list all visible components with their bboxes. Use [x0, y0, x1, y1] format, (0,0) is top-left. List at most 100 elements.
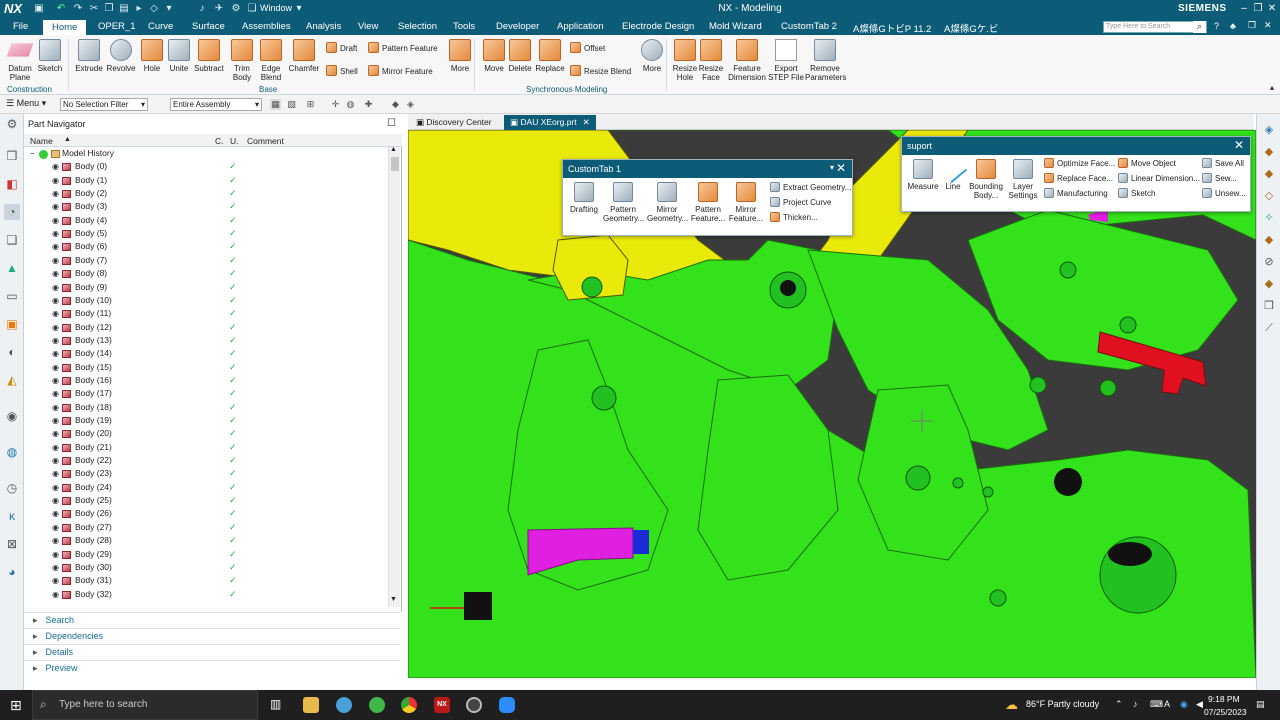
tab-discovery-center[interactable]: ▣ Discovery Center — [410, 115, 498, 130]
table-row[interactable]: ◉ Body (22) ✓ — [24, 454, 388, 467]
resize-blend-button[interactable]: Resize Blend — [570, 65, 631, 79]
save-all-button[interactable]: Save All — [1202, 156, 1244, 171]
assist-icon[interactable]: ✈ — [213, 3, 225, 15]
help-icon[interactable]: ? — [1214, 21, 1219, 31]
pattern-geometry-button[interactable]: Pattern Geometry... — [603, 182, 644, 223]
visibility-eye-icon[interactable]: ◉ — [52, 187, 59, 200]
table-row[interactable]: ◉ Body (32) ✓ — [24, 588, 388, 601]
process-studio-icon[interactable]: ◐ — [4, 344, 20, 360]
restore-ribbon-icon[interactable]: ❐ — [1248, 20, 1256, 31]
microphone-icon[interactable]: ♪ — [196, 3, 208, 15]
menu-application[interactable]: Application — [557, 21, 603, 32]
custom-mirror-feature-button[interactable]: Mirror Feature... — [726, 182, 766, 223]
file-explorer-icon[interactable] — [303, 697, 319, 713]
table-row[interactable]: ◉ Body (29) ✓ — [24, 548, 388, 561]
notifications-icon[interactable]: ▤ — [1256, 699, 1265, 710]
minimize-icon[interactable]: – — [1237, 2, 1251, 16]
table-row[interactable]: ◉ Body (0) ✓ — [24, 160, 388, 173]
visibility-eye-icon[interactable]: ◉ — [52, 240, 59, 253]
menu-custom-a[interactable]: A燦條GトビP 11.2 — [853, 21, 931, 35]
sketch-small-button[interactable]: Sketch — [1118, 186, 1155, 201]
table-row[interactable]: ◉ Body (20) ✓ — [24, 427, 388, 440]
table-row[interactable]: ◉ Body (6) ✓ — [24, 240, 388, 253]
shaded-icon[interactable]: ◆ — [1261, 166, 1277, 182]
table-row[interactable]: ◉ Body (26) ✓ — [24, 507, 388, 520]
pattern-feature-button[interactable]: Pattern Feature — [368, 42, 438, 56]
sketch-button[interactable]: Sketch — [33, 39, 67, 73]
assembly-navigator-icon[interactable]: ❒ — [4, 148, 20, 164]
section-icon[interactable]: ◆ — [1261, 232, 1277, 248]
options-icon[interactable]: ⚙ — [230, 3, 242, 15]
table-row[interactable]: ◉ Body (17) ✓ — [24, 387, 388, 400]
bell-icon[interactable]: ♣ — [1230, 21, 1236, 31]
search-icon[interactable]: ⌕ — [1193, 21, 1206, 33]
custom-pattern-feature-button[interactable]: Pattern Feature... — [688, 182, 728, 223]
wireframe-icon[interactable]: ◇ — [1261, 188, 1277, 204]
table-row[interactable]: ◉ Body (8) ✓ — [24, 267, 388, 280]
visibility-eye-icon[interactable]: ◉ — [52, 160, 59, 173]
visibility-eye-icon[interactable]: ◉ — [52, 481, 59, 494]
replace-face-button[interactable]: Replace — [533, 39, 567, 73]
manufacturing-button[interactable]: Manufacturing — [1044, 186, 1108, 201]
repeat-command-icon[interactable]: ▸ — [133, 3, 145, 15]
constraint-navigator-icon[interactable]: ◧ — [4, 176, 20, 192]
drafting-button[interactable]: Drafting — [564, 182, 604, 214]
face-icon[interactable]: ◆ — [390, 99, 401, 110]
menu-surface[interactable]: Surface — [192, 21, 225, 32]
weather-text[interactable]: 86°F Partly cloudy — [1026, 699, 1099, 709]
bounding-body-button[interactable]: Bounding Body... — [966, 159, 1006, 200]
clock-icon[interactable]: ◷ — [4, 480, 20, 496]
table-row[interactable]: ◉ Body (16) ✓ — [24, 374, 388, 387]
copy-icon[interactable]: ❐ — [103, 3, 115, 15]
visibility-eye-icon[interactable]: ◉ — [52, 387, 59, 400]
collapse-icon[interactable]: − — [30, 147, 35, 160]
project-curve-button[interactable]: Project Curve — [770, 195, 831, 210]
visibility-eye-icon[interactable]: ◉ — [52, 267, 59, 280]
table-row[interactable]: ◉ Body (3) ✓ — [24, 200, 388, 213]
visibility-eye-icon[interactable]: ◉ — [52, 441, 59, 454]
table-row[interactable]: ◉ Body (10) ✓ — [24, 294, 388, 307]
table-row[interactable]: ◉ Body (23) ✓ — [24, 467, 388, 480]
visibility-eye-icon[interactable]: ◉ — [52, 534, 59, 547]
menu-customtab2[interactable]: CustomTab 2 — [781, 21, 837, 32]
clipping-icon[interactable]: ◆ — [1261, 276, 1277, 292]
column-uptodate[interactable]: U. — [230, 136, 239, 146]
visibility-eye-icon[interactable]: ◉ — [52, 574, 59, 587]
visibility-eye-icon[interactable]: ◉ — [52, 374, 59, 387]
zoom-icon[interactable] — [499, 697, 515, 713]
table-row[interactable]: ◉ Body (15) ✓ — [24, 361, 388, 374]
tree-root-model-history[interactable]: − Model History — [24, 147, 388, 160]
visibility-eye-icon[interactable]: ◉ — [52, 200, 59, 213]
close-tab-icon[interactable]: ✕ — [583, 117, 590, 127]
web-browser-icon[interactable]: ▭ — [4, 288, 20, 304]
taskbar-search-input[interactable]: Type here to search — [32, 690, 258, 720]
linear-dimension-button[interactable]: Linear Dimension... — [1118, 171, 1200, 186]
mirror-geometry-button[interactable]: Mirror Geometry... — [647, 182, 688, 223]
taskbar-date[interactable]: 07/25/2023 — [1204, 707, 1247, 717]
chamfer-button[interactable]: Chamfer — [287, 39, 321, 73]
visibility-eye-icon[interactable]: ◉ — [52, 281, 59, 294]
visibility-eye-icon[interactable]: ◉ — [52, 254, 59, 267]
group-construction-label[interactable]: Construction — [7, 85, 52, 94]
replace-face-small-button[interactable]: Replace Face... — [1044, 171, 1113, 186]
manufacturing-wizards-icon[interactable]: ◭ — [4, 372, 20, 388]
role-icon[interactable]: ◉ — [4, 408, 20, 424]
part-navigator-icon[interactable]: ◔ — [4, 204, 20, 220]
group-sync-label[interactable]: Synchronous Modeling — [526, 85, 607, 94]
layers-icon[interactable]: ❒ — [1261, 298, 1277, 314]
datum-plane-button[interactable]: Datum Plane — [3, 39, 37, 82]
kinematics-icon[interactable]: κ — [4, 508, 20, 524]
palette-icon[interactable]: ◕ — [4, 564, 20, 580]
touch-mode-icon[interactable]: ◇ — [148, 3, 160, 15]
knowledge-icon[interactable]: ⊠ — [4, 536, 20, 552]
table-row[interactable]: ◉ Body (19) ✓ — [24, 414, 388, 427]
hide-icon[interactable]: ⊘ — [1261, 254, 1277, 270]
unsew-button[interactable]: Unsew... — [1202, 186, 1246, 201]
delete-face-button[interactable]: Delete — [503, 39, 537, 73]
paste-icon[interactable]: ▤ — [118, 3, 130, 15]
visibility-eye-icon[interactable]: ◉ — [52, 321, 59, 334]
scrollbar-thumb[interactable] — [391, 157, 399, 171]
extract-geometry-button[interactable]: Extract Geometry... — [770, 180, 851, 195]
remove-parameters-button[interactable]: Remove Parameters — [805, 39, 846, 82]
visibility-eye-icon[interactable]: ◉ — [52, 561, 59, 574]
